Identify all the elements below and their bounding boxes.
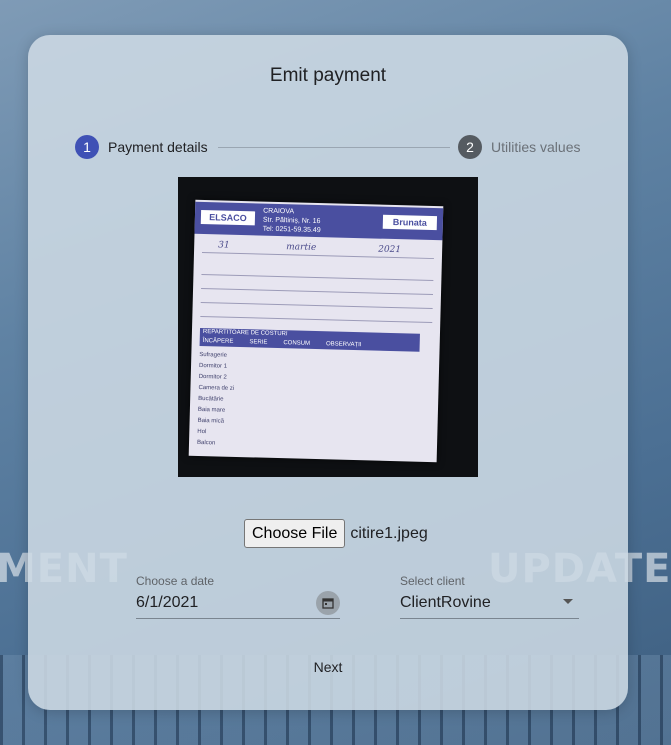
receipt-line bbox=[201, 273, 434, 282]
step-utilities-values[interactable]: 2 Utilities values bbox=[458, 135, 580, 159]
date-field-label: Choose a date bbox=[136, 574, 215, 588]
receipt-rooms: Sufragerie Dormitor 1 Dormitor 2 Camera … bbox=[197, 350, 235, 450]
brand-logo: Brunata bbox=[382, 214, 438, 231]
receipt-line bbox=[201, 287, 434, 296]
client-select[interactable]: Select client ClientRovine bbox=[400, 573, 579, 619]
emit-payment-dialog: Emit payment 1 Payment details 2 Utiliti… bbox=[28, 35, 628, 710]
company-address: CRAIOVA Str. Păltiniș, Nr. 16 Tel: 0251-… bbox=[263, 207, 322, 236]
receipt-photo-preview: ELSACO CRAIOVA Str. Păltiniș, Nr. 16 Tel… bbox=[178, 177, 478, 477]
step-label: Payment details bbox=[108, 139, 208, 155]
receipt-column: CONSUM bbox=[283, 340, 311, 347]
step-payment-details[interactable]: 1 Payment details bbox=[75, 135, 208, 159]
receipt-line bbox=[200, 301, 433, 310]
step-label: Utilities values bbox=[491, 139, 581, 155]
receipt-room: Camera de zi bbox=[198, 384, 235, 392]
date-field[interactable]: Choose a date 6/1/2021 bbox=[136, 573, 340, 619]
step-connector bbox=[218, 147, 450, 148]
handwritten-day: 31 bbox=[218, 240, 230, 251]
choose-file-button[interactable]: Choose File bbox=[244, 519, 346, 548]
receipt-room: Baia mică bbox=[197, 417, 225, 425]
handwritten-year: 2021 bbox=[378, 244, 402, 256]
client-select-label: Select client bbox=[400, 574, 465, 588]
step-number-badge: 1 bbox=[75, 135, 99, 159]
receipt-column: ÎNCĂPERE bbox=[202, 338, 234, 345]
file-chooser: Choose File citire1.jpeg bbox=[244, 519, 428, 548]
date-input[interactable]: 6/1/2021 bbox=[136, 594, 198, 612]
receipt-phone: Tel: 0251-59.35.49 bbox=[262, 225, 321, 235]
receipt-room: Baia mare bbox=[197, 406, 226, 414]
receipt-table-header: REPARTITOARE DE COSTURI ÎNCĂPERE SERIE C… bbox=[199, 327, 420, 352]
calendar-icon[interactable] bbox=[316, 591, 340, 615]
receipt-room: Hol bbox=[197, 428, 207, 436]
company-logo: ELSACO bbox=[200, 209, 256, 226]
receipt-column: SERIE bbox=[249, 339, 268, 346]
step-number-badge: 2 bbox=[458, 135, 482, 159]
receipt-room: Dormitor 1 bbox=[198, 362, 228, 370]
receipt-line bbox=[200, 315, 433, 324]
calendar-glyph bbox=[322, 598, 334, 609]
receipt-room: Balcon bbox=[196, 439, 216, 447]
receipt-room: Dormitor 2 bbox=[198, 373, 227, 381]
receipt-header: ELSACO CRAIOVA Str. Păltiniș, Nr. 16 Tel… bbox=[194, 201, 444, 241]
receipt-paper: ELSACO CRAIOVA Str. Păltiniș, Nr. 16 Tel… bbox=[188, 199, 444, 463]
client-select-value[interactable]: ClientRovine bbox=[400, 594, 491, 612]
dialog-title: Emit payment bbox=[269, 65, 387, 86]
handwritten-month: martie bbox=[286, 242, 317, 253]
receipt-column: OBSERVAȚII bbox=[325, 341, 362, 349]
dropdown-arrow-icon[interactable] bbox=[563, 599, 573, 604]
next-button[interactable]: Next bbox=[298, 655, 358, 679]
selected-file-name: citire1.jpeg bbox=[350, 524, 428, 542]
